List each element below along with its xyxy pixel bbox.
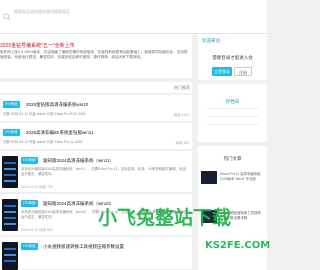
search-input[interactable]: 搜索商品或店铺关键词搜索商品 — [14, 8, 134, 16]
archive-widget: 存档归 — [198, 84, 267, 142]
login-button[interactable]: 立即登录 — [212, 67, 232, 76]
main-content: 2025金钻号编系统"五一"全新上市 软件网上线2.0.100.0版本，内容涵盖… — [0, 34, 192, 270]
login-widget: 欢迎来访 需要登录才能进入会 立即登录 注册 — [198, 34, 267, 80]
author-label: 欢迎来访 — [202, 38, 220, 43]
sidebar: 欢迎来访 需要登录才能进入会 立即登录 注册 存档归 热门文章 Edius Pr… — [198, 34, 267, 270]
featured-description: 软件网上线2.0.100.0版本，内容涵盖了最新的操作系统版本，在保持系统原有功… — [0, 50, 188, 59]
category-badge[interactable]: ITN系统 — [21, 243, 38, 250]
item-thumbnail[interactable] — [2, 156, 18, 188]
item-meta: 2024-12-20 阅读 756 — [21, 185, 53, 189]
item-thumbnail[interactable] — [2, 199, 18, 231]
item-title[interactable]: 璇知版2024高清非编系统（win11） — [43, 157, 114, 164]
list-item[interactable]: ITN系统 小丸视频极速转换工具视频压缩参数设置 — [0, 237, 192, 270]
list-item[interactable]: ITN系统 2025高清非编8K系统金钻版win11 日期 2025-03-12… — [0, 123, 192, 150]
item-title[interactable]: 小丸视频极速转换工具视频压缩参数设置 — [43, 243, 124, 250]
item-title[interactable]: 2025金钻版高清非编系统win10 — [26, 101, 88, 108]
item-title[interactable]: 2025高清非编8K系统金钻版win11 — [26, 129, 93, 136]
list-item[interactable]: ITN系统 璇知版2024高清非编系统（win11） 本系统为璇知版2024高清… — [0, 151, 192, 193]
category-badge[interactable]: ITN系统 — [21, 200, 38, 207]
register-button[interactable]: 注册 — [234, 67, 252, 76]
item-description: 日期 2025-03-12 作者 admin 分类 Edius Pro 11 2… — [3, 140, 83, 144]
item-meta: 阅读 986 — [175, 141, 189, 145]
hot-article-title[interactable]: Edius Pro 11 高清非编系统2025版本 Win11 专业版 — [220, 172, 264, 181]
item-thumbnail[interactable] — [2, 242, 18, 270]
list-item[interactable]: ITN系统 2025金钻版高清非编系统win10 日期 2025-03-12 作… — [0, 95, 192, 122]
watermark-text: 小飞兔整站下载 — [98, 207, 232, 229]
item-description: 本系统为璇知版2024高清非编系统（win11），内置Edius Pro 11，… — [21, 167, 186, 176]
section-more-link[interactable]: 热门推荐 — [174, 85, 190, 91]
category-badge[interactable]: ITN系统 — [3, 129, 20, 136]
top-header: 搜索商品或店铺关键词搜索商品 — [0, 0, 267, 34]
category-badge[interactable]: ITN系统 — [3, 101, 20, 108]
featured-article[interactable]: 2025金钻号编系统"五一"全新上市 软件网上线2.0.100.0版本，内容涵盖… — [0, 34, 192, 78]
hot-article-item[interactable]: Edius Pro 11 高清非编系统2025版本 Win11 专业版 — [201, 171, 264, 189]
section-header: 热门推荐 — [0, 82, 192, 94]
item-meta: 2024-12-18 阅读 689 — [21, 228, 53, 232]
category-badge[interactable]: ITN系统 — [21, 157, 38, 164]
item-meta: 阅读 1205 — [173, 113, 189, 117]
featured-title[interactable]: 2025金钻号编系统"五一"全新上市 — [0, 42, 190, 49]
search-icon[interactable] — [3, 8, 11, 26]
hot-articles-title: 热门文章 — [223, 156, 242, 161]
watermark-latin: KS2FE.COM — [205, 240, 271, 251]
archive-title: 存档归 — [225, 99, 240, 104]
hot-article-thumbnail[interactable] — [201, 171, 217, 184]
welcome-text: 需要登录才能进入会 — [212, 55, 253, 60]
item-description: 日期 2025-03-12 作者 admin 分类 Edius Pro 9/10… — [3, 112, 86, 116]
